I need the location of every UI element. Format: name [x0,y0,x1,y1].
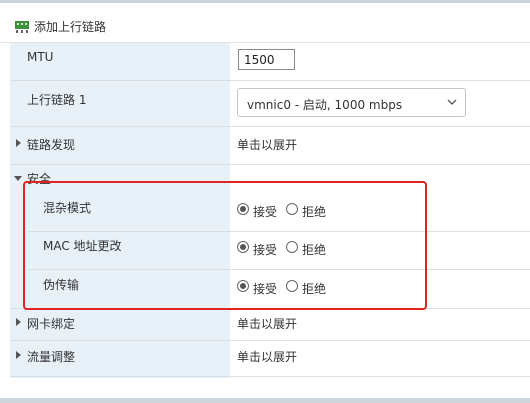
mtu-input[interactable] [238,49,295,70]
dialog-header: 添加上行链路 [0,3,530,43]
link-discovery-label[interactable]: 链路发现 [27,136,75,153]
uplink-label: 上行链路 1 [27,93,87,107]
nic-teaming-expand[interactable]: 单击以展开 [237,315,297,332]
row-divider [10,340,530,341]
row-divider [10,376,530,377]
chevron-down-icon [447,99,457,105]
expand-caret-icon[interactable] [16,351,21,359]
row-divider [10,164,530,165]
dialog-title: 添加上行链路 [34,20,107,34]
expand-caret-icon[interactable] [16,318,21,326]
row-divider [10,126,530,127]
row-divider [10,80,530,81]
network-adapter-icon [15,21,29,33]
nic-teaming-label[interactable]: 网卡绑定 [27,315,75,332]
traffic-shaping-label[interactable]: 流量调整 [27,348,75,365]
traffic-shaping-expand[interactable]: 单击以展开 [237,348,297,365]
security-highlight-box [23,181,427,310]
bottom-border [0,398,530,403]
mtu-label: MTU [27,50,54,64]
link-discovery-expand[interactable]: 单击以展开 [237,136,297,153]
uplink-select[interactable]: vmnic0 - 启动, 1000 mbps [237,88,466,117]
uplink-select-value: vmnic0 - 启动, 1000 mbps [247,98,403,112]
expand-caret-icon[interactable] [16,139,21,147]
collapse-caret-icon[interactable] [14,176,22,181]
